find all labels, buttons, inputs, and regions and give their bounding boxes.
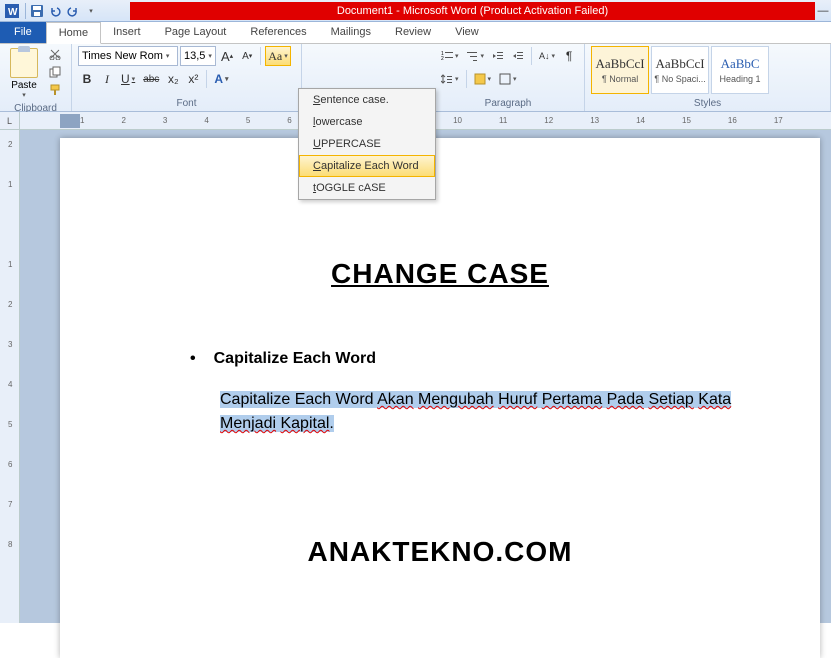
copy-icon[interactable] bbox=[45, 64, 65, 80]
document-area: 2 1 1 2 3 4 5 6 7 8 CHANGE CASE Capitali… bbox=[0, 130, 831, 623]
tab-review[interactable]: Review bbox=[383, 22, 443, 43]
paste-icon bbox=[10, 48, 38, 78]
svg-text:2: 2 bbox=[441, 56, 444, 62]
grow-font-button[interactable]: A▴ bbox=[218, 46, 236, 66]
shading-button[interactable] bbox=[471, 69, 495, 89]
styles-gallery[interactable]: AaBbCcI ¶ Normal AaBbCcI ¶ No Spaci... A… bbox=[591, 46, 769, 94]
font-name-value: Times New Rom bbox=[82, 50, 163, 62]
window-title: Document1 - Microsoft Word (Product Acti… bbox=[130, 2, 815, 20]
menu-lowercase[interactable]: lowercase bbox=[299, 111, 435, 133]
underline-button[interactable]: U bbox=[118, 69, 138, 89]
document-page[interactable]: CHANGE CASE Capitalize Each Word Capital… bbox=[60, 138, 820, 658]
borders-button[interactable] bbox=[496, 69, 520, 89]
group-font: Times New Rom▾ 13,5▾ A▴ A▾ Aa B I U abc … bbox=[72, 44, 302, 111]
superscript-button[interactable]: x² bbox=[184, 69, 202, 89]
tab-file[interactable]: File bbox=[0, 22, 46, 43]
bold-button[interactable]: B bbox=[78, 69, 96, 89]
style-nospacing[interactable]: AaBbCcI ¶ No Spaci... bbox=[651, 46, 709, 94]
tab-home[interactable]: Home bbox=[46, 22, 101, 44]
paste-button[interactable]: Paste ▾ bbox=[6, 46, 42, 101]
cut-icon[interactable] bbox=[45, 46, 65, 62]
svg-text:W: W bbox=[8, 7, 18, 18]
font-name-combo[interactable]: Times New Rom▾ bbox=[78, 46, 178, 66]
font-size-value: 13,5 bbox=[184, 50, 205, 62]
multilevel-list-button[interactable] bbox=[464, 46, 488, 66]
font-size-combo[interactable]: 13,5▾ bbox=[180, 46, 216, 66]
redo-icon[interactable] bbox=[65, 3, 81, 19]
decrease-indent-button[interactable] bbox=[489, 46, 507, 66]
paragraph-group-label: Paragraph bbox=[438, 96, 578, 111]
italic-button[interactable]: I bbox=[98, 69, 116, 89]
tab-pagelayout[interactable]: Page Layout bbox=[153, 22, 239, 43]
change-case-menu: Sentence case. lowercase UPPERCASE Capit… bbox=[298, 88, 436, 200]
qat-dropdown-icon[interactable]: ▾ bbox=[83, 3, 99, 19]
save-icon[interactable] bbox=[29, 3, 45, 19]
ribbon-tabs: File Home Insert Page Layout References … bbox=[0, 22, 831, 44]
menu-sentence-case[interactable]: Sentence case. bbox=[299, 89, 435, 111]
vertical-ruler[interactable]: 2 1 1 2 3 4 5 6 7 8 bbox=[0, 130, 20, 623]
subscript-button[interactable]: x₂ bbox=[164, 69, 182, 89]
tab-insert[interactable]: Insert bbox=[101, 22, 153, 43]
quick-access-toolbar: W ▾ Document1 - Microsoft Word (Product … bbox=[0, 0, 831, 22]
group-clipboard: Paste ▾ Clipboard bbox=[0, 44, 72, 111]
doc-watermark: ANAKTEKNO.COM bbox=[140, 536, 740, 568]
change-case-button[interactable]: Aa bbox=[265, 46, 291, 66]
strike-button[interactable]: abc bbox=[140, 69, 162, 89]
paste-label: Paste bbox=[11, 80, 37, 91]
menu-capitalize-each-word[interactable]: Capitalize Each Word bbox=[299, 155, 435, 177]
style-heading1[interactable]: AaBbC Heading 1 bbox=[711, 46, 769, 94]
tab-view[interactable]: View bbox=[443, 22, 491, 43]
sort-button[interactable]: A↓ bbox=[536, 46, 558, 66]
app-icon: W bbox=[4, 3, 20, 19]
tab-mailings[interactable]: Mailings bbox=[319, 22, 383, 43]
doc-heading: CHANGE CASE bbox=[140, 258, 740, 290]
selected-text: Capitalize Each Word Akan Mengubah Huruf… bbox=[220, 391, 731, 432]
menu-toggle-case[interactable]: tOGGLE cASE bbox=[299, 177, 435, 199]
increase-indent-button[interactable] bbox=[509, 46, 527, 66]
font-group-label: Font bbox=[78, 96, 295, 111]
separator bbox=[25, 3, 26, 19]
style-normal[interactable]: AaBbCcI ¶ Normal bbox=[591, 46, 649, 94]
show-marks-button[interactable]: ¶ bbox=[560, 46, 578, 66]
numbering-button[interactable]: 12 bbox=[438, 46, 462, 66]
menu-uppercase[interactable]: UPPERCASE bbox=[299, 133, 435, 155]
text-effects-button[interactable]: A bbox=[211, 69, 231, 89]
format-painter-icon[interactable] bbox=[45, 82, 65, 98]
line-spacing-button[interactable] bbox=[438, 69, 462, 89]
group-styles: AaBbCcI ¶ Normal AaBbCcI ¶ No Spaci... A… bbox=[585, 44, 831, 111]
styles-group-label: Styles bbox=[591, 96, 824, 111]
shrink-font-button[interactable]: A▾ bbox=[238, 46, 256, 66]
tab-references[interactable]: References bbox=[238, 22, 318, 43]
minimize-button[interactable]: — bbox=[815, 0, 831, 22]
undo-icon[interactable] bbox=[47, 3, 63, 19]
doc-body: Capitalize Each Word Akan Mengubah Huruf… bbox=[220, 388, 740, 436]
doc-bullet: Capitalize Each Word bbox=[190, 350, 740, 368]
